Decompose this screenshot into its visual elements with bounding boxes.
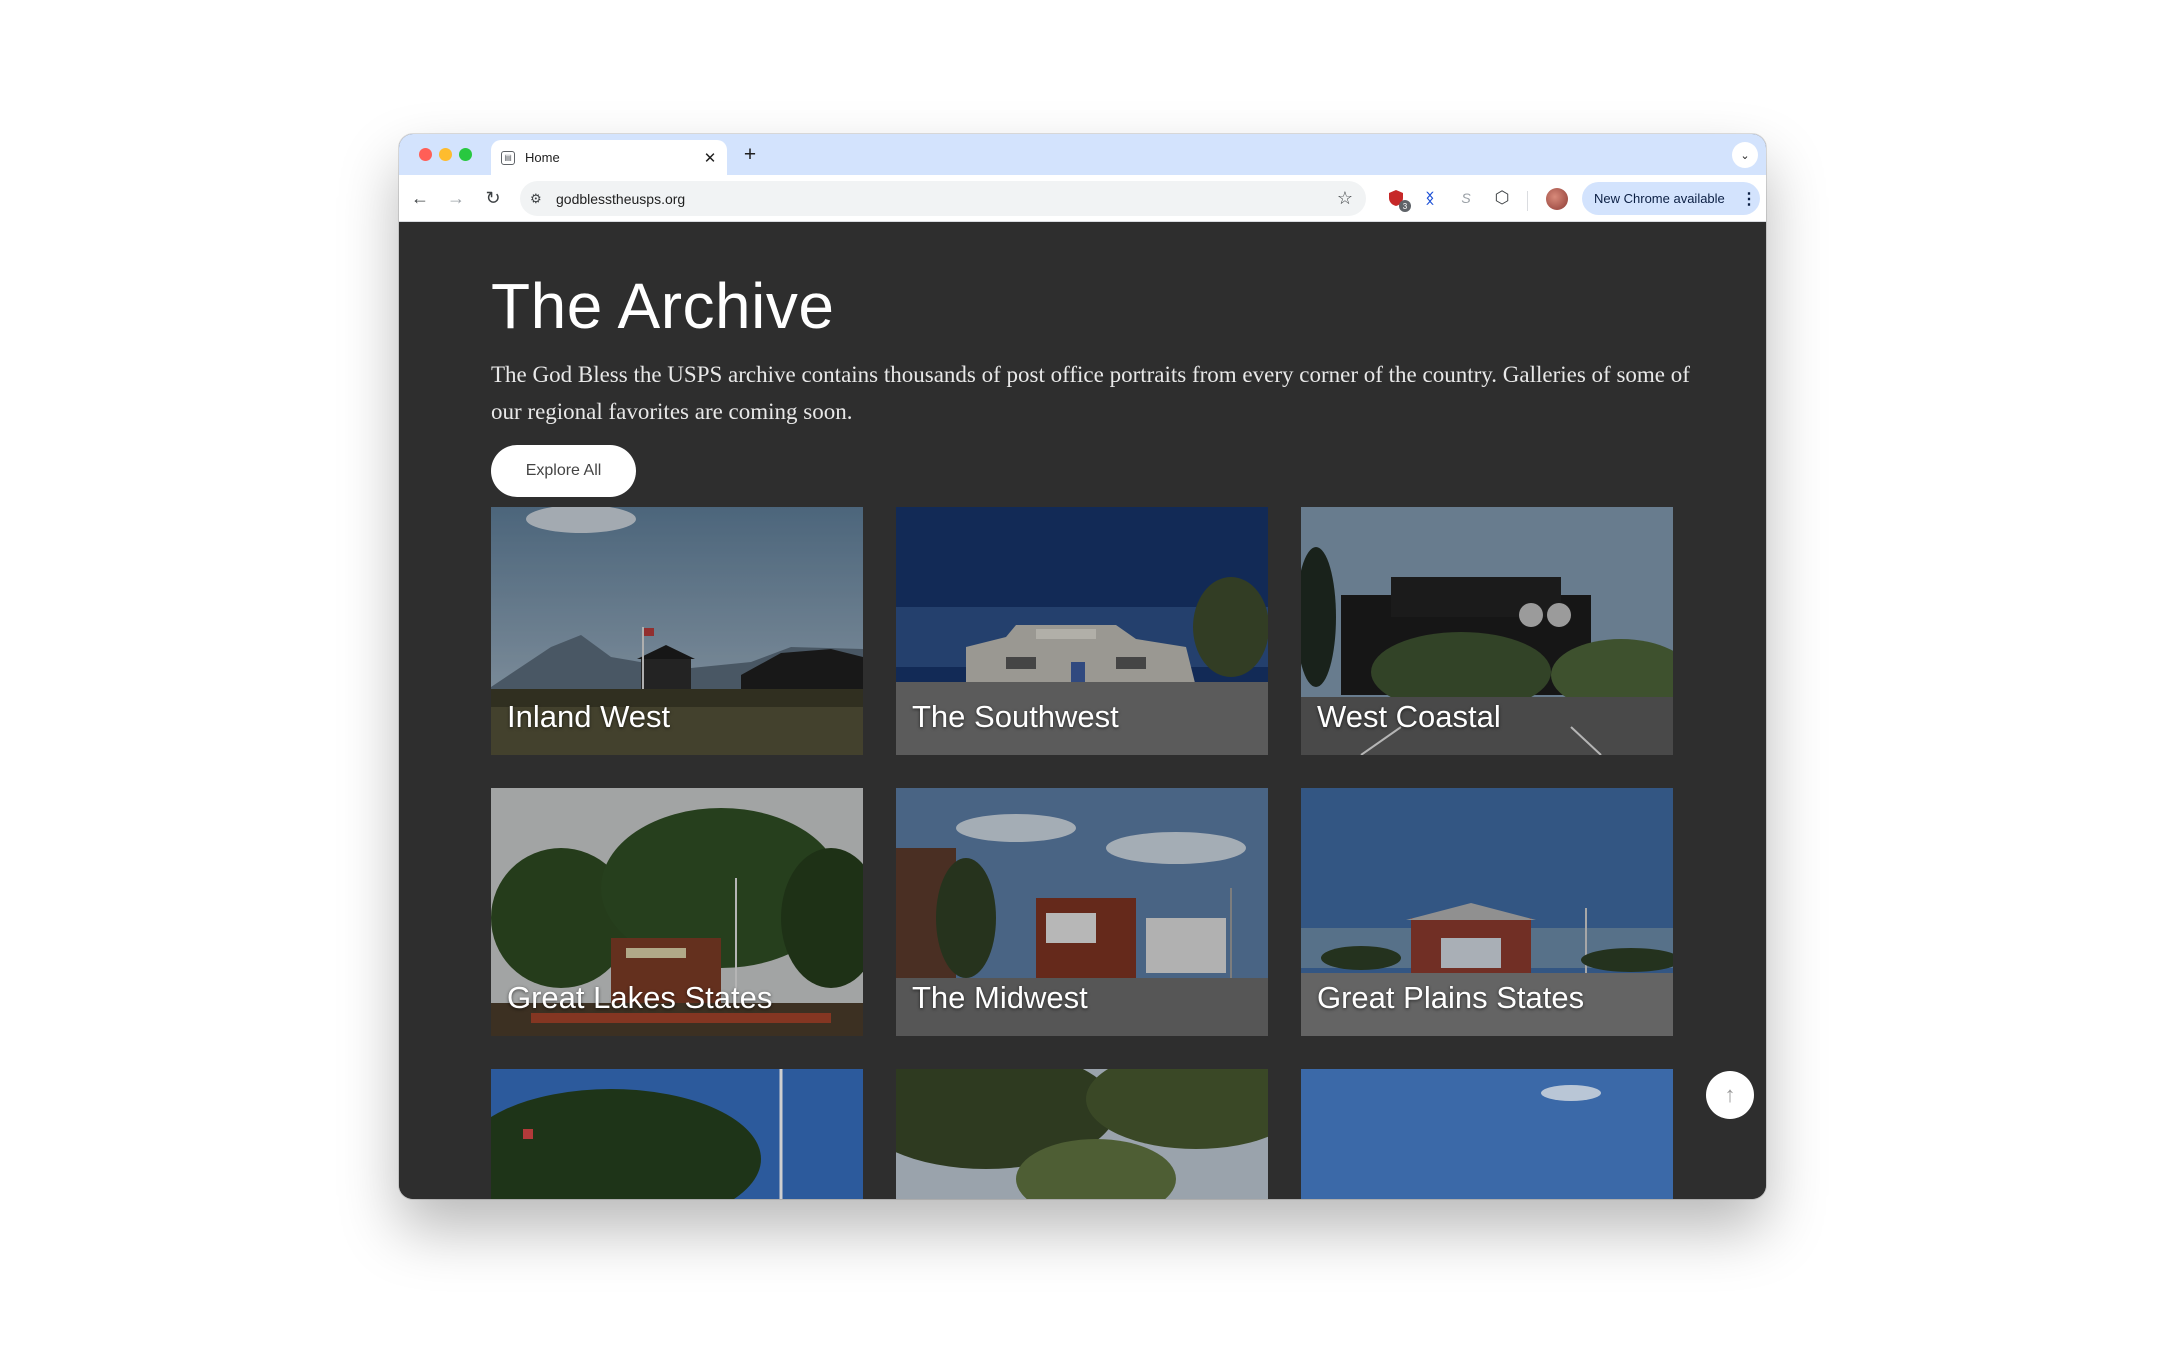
- post-office-photo: [491, 1069, 863, 1199]
- post-office-photo: [1301, 1069, 1673, 1199]
- archive-description: The God Bless the USPS archive contains …: [491, 362, 1690, 424]
- update-chrome-button[interactable]: New Chrome available ⋮: [1582, 182, 1760, 215]
- gallery-card-great-lakes-states[interactable]: Great Lakes States: [491, 788, 863, 1036]
- post-office-photo: [896, 1069, 1268, 1199]
- gallery-card[interactable]: [896, 1069, 1268, 1199]
- url-text[interactable]: godblesstheusps.org: [556, 191, 1330, 207]
- tab-title: Home: [525, 150, 560, 165]
- extension-s-icon[interactable]: S: [1453, 185, 1479, 211]
- toolbar-divider: [1527, 191, 1528, 211]
- gallery-card-great-plains-states[interactable]: Great Plains States: [1301, 788, 1673, 1036]
- gallery-label: The Southwest: [912, 699, 1119, 734]
- tab-search-button[interactable]: ⌄: [1732, 142, 1758, 168]
- gallery-card-inland-west[interactable]: Inland West: [491, 507, 863, 755]
- page-icon: ▤: [501, 150, 515, 165]
- back-button[interactable]: ←: [406, 184, 434, 212]
- gallery-label: The Midwest: [912, 980, 1088, 1015]
- extension-icon[interactable]: ᛝ: [1417, 185, 1443, 211]
- page-content: The Archive The God Bless the USPS archi…: [399, 222, 1766, 1199]
- new-tab-button[interactable]: +: [737, 142, 763, 168]
- extension-badge: 3: [1399, 200, 1411, 212]
- close-icon[interactable]: ✕: [699, 147, 721, 169]
- maximize-window-dot[interactable]: [459, 148, 472, 161]
- browser-window: ▤ Home ✕ + ⌄ ← → ↻ ⚙ godblesstheusps.org…: [399, 134, 1766, 1199]
- close-window-dot[interactable]: [419, 148, 432, 161]
- reload-button[interactable]: ↻: [479, 184, 507, 212]
- puzzle-icon[interactable]: ⬡: [1489, 185, 1515, 211]
- arrow-up-icon[interactable]: ↑: [1706, 1071, 1754, 1119]
- gallery-card[interactable]: [491, 1069, 863, 1199]
- shield-extension-icon[interactable]: 3: [1383, 185, 1411, 212]
- gallery-label: Great Lakes States: [507, 980, 773, 1015]
- profile-avatar[interactable]: [1546, 188, 1568, 210]
- explore-all-button[interactable]: Explore All: [491, 445, 636, 497]
- gallery-label: Great Plains States: [1317, 980, 1585, 1015]
- browser-toolbar: ← → ↻ ⚙ godblesstheusps.org ☆ 3 ᛝ S ⬡ Ne…: [399, 175, 1766, 222]
- gallery-label: Inland West: [507, 699, 671, 734]
- forward-button[interactable]: →: [442, 184, 470, 212]
- gallery-card-the-midwest[interactable]: The Midwest: [896, 788, 1268, 1036]
- tab-strip: ▤ Home ✕ + ⌄: [399, 134, 1766, 175]
- tab-home[interactable]: ▤ Home ✕: [491, 140, 727, 175]
- gallery-card[interactable]: [1301, 1069, 1673, 1199]
- address-bar[interactable]: ⚙ godblesstheusps.org ☆: [520, 181, 1366, 216]
- gallery-label: West Coastal: [1317, 699, 1501, 734]
- gallery-card-west-coastal[interactable]: West Coastal: [1301, 507, 1673, 755]
- gallery-card-the-southwest[interactable]: The Southwest: [896, 507, 1268, 755]
- kebab-menu-icon[interactable]: ⋮: [1738, 189, 1760, 209]
- page-title: The Archive: [491, 270, 835, 342]
- update-label: New Chrome available: [1594, 191, 1725, 206]
- star-icon[interactable]: ☆: [1330, 188, 1360, 209]
- minimize-window-dot[interactable]: [439, 148, 452, 161]
- site-info-icon[interactable]: ⚙: [530, 191, 548, 207]
